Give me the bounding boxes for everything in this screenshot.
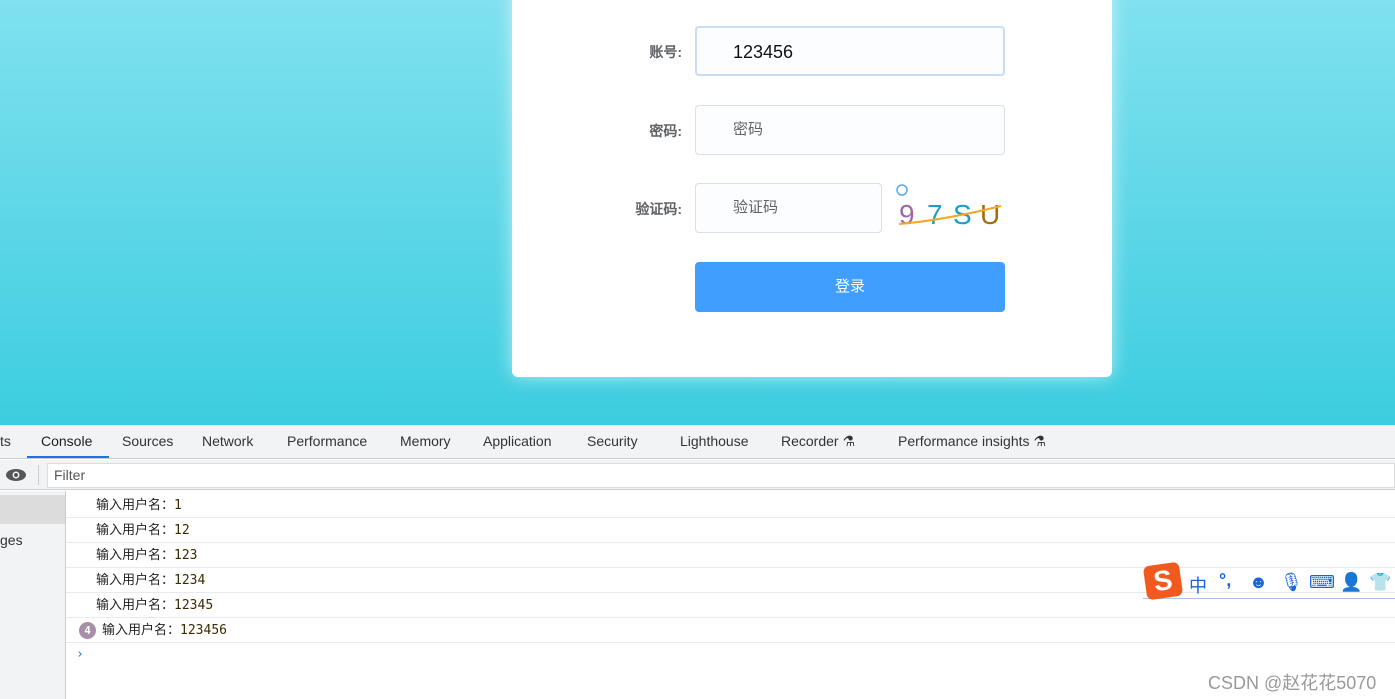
log-text: 输入用户名：12345: [96, 593, 213, 618]
captcha-image[interactable]: 9 7 S U: [895, 180, 1005, 230]
tab-sources[interactable]: Sources: [122, 433, 173, 449]
log-prefix: 输入用户名：: [102, 623, 181, 638]
log-value: 1: [174, 498, 182, 513]
login-page: 账号: 123456 密码: 密码 验证码: 验证码 9 7 S U 登录: [0, 0, 1395, 425]
log-value: 123: [174, 548, 198, 563]
sidebar-item-messages[interactable]: ges: [0, 532, 23, 548]
tab-lighthouse[interactable]: Lighthouse: [680, 433, 749, 449]
log-text: 输入用户名：1: [96, 493, 182, 518]
sogou-logo[interactable]: S: [1142, 561, 1184, 601]
log-value: 12: [174, 523, 190, 538]
account-label: 账号:: [649, 44, 682, 60]
tab-network[interactable]: Network: [202, 433, 253, 449]
log-text: 输入用户名：12: [96, 518, 190, 543]
account-input[interactable]: 123456: [695, 26, 1005, 76]
keyboard-icon[interactable]: ⌨: [1309, 572, 1335, 593]
console-prompt[interactable]: ›: [66, 642, 1395, 667]
divider: [38, 465, 39, 485]
login-card: 账号: 123456 密码: 密码 验证码: 验证码 9 7 S U 登录: [512, 0, 1112, 377]
devtools-tabbar: ts Console Sources Network Performance M…: [0, 425, 1395, 459]
log-text: 输入用户名：1234: [96, 568, 205, 593]
log-value: 12345: [174, 598, 214, 613]
tab-performance[interactable]: Performance: [287, 433, 367, 449]
log-text: 输入用户名：123: [96, 543, 198, 568]
password-label: 密码:: [649, 123, 682, 139]
console-log-row: 输入用户名：1: [66, 493, 1395, 518]
tab-performance-insights[interactable]: Performance insights ⚗: [898, 433, 1046, 450]
repeat-count-badge: 4: [79, 622, 96, 639]
microphone-icon[interactable]: 🎙: [1280, 572, 1303, 593]
ime-lang-toggle[interactable]: 中: [1189, 572, 1207, 598]
captcha-input[interactable]: 验证码: [695, 183, 882, 233]
flask-icon: ⚗: [1033, 433, 1046, 449]
log-text: 输入用户名：123456: [102, 618, 227, 643]
tab-label: Performance insights: [898, 433, 1030, 449]
console-log-row: 输入用户名：12: [66, 518, 1395, 543]
log-value: 123456: [180, 623, 227, 638]
sidebar-item-selected[interactable]: [0, 495, 65, 524]
tab-elements[interactable]: ts: [0, 433, 11, 449]
login-button[interactable]: 登录: [695, 262, 1005, 312]
tab-label: Recorder: [781, 433, 839, 449]
tab-memory[interactable]: Memory: [400, 433, 451, 449]
user-icon[interactable]: 👤: [1340, 572, 1362, 593]
emoji-icon[interactable]: ☻: [1249, 572, 1268, 593]
log-prefix: 输入用户名：: [96, 573, 175, 588]
ime-punct-toggle[interactable]: °,: [1219, 570, 1231, 591]
log-prefix: 输入用户名：: [96, 498, 175, 513]
captcha-char: U: [980, 199, 1000, 230]
tab-security[interactable]: Security: [587, 433, 638, 449]
password-input[interactable]: 密码: [695, 105, 1005, 155]
watermark: CSDN @赵花花5070: [1208, 673, 1377, 693]
ime-toolbar: S 中 °, ☻ 🎙 ⌨ 👤 👕: [1142, 561, 1395, 601]
tab-console[interactable]: Console: [41, 433, 92, 449]
log-prefix: 输入用户名：: [96, 523, 175, 538]
console-toolbar: Filter: [0, 460, 1395, 490]
active-tab-indicator: [27, 456, 109, 458]
captcha-char: 7: [927, 199, 943, 230]
tab-recorder[interactable]: Recorder ⚗: [781, 433, 855, 450]
captcha-char: 9: [899, 199, 915, 230]
filter-input[interactable]: Filter: [47, 463, 1395, 488]
log-prefix: 输入用户名：: [96, 548, 175, 563]
console-sidebar: ges: [0, 491, 66, 699]
eye-icon[interactable]: [5, 468, 27, 482]
flask-icon: ⚗: [842, 433, 856, 449]
log-value: 1234: [174, 573, 206, 588]
log-prefix: 输入用户名：: [96, 598, 175, 613]
console-log-row: 4 输入用户名：123456: [66, 618, 1395, 643]
tab-application[interactable]: Application: [483, 433, 552, 449]
skin-shirt-icon[interactable]: 👕: [1369, 572, 1391, 593]
captcha-label: 验证码:: [635, 201, 682, 217]
